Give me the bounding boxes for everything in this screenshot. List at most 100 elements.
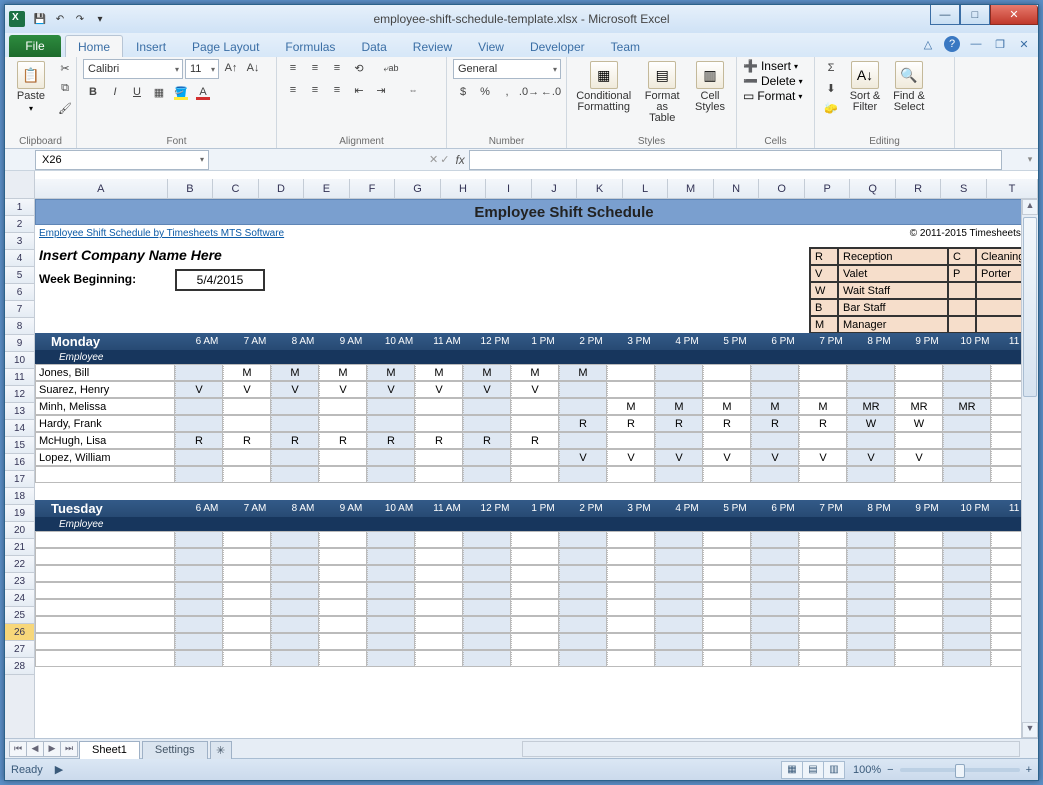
shift-slot[interactable]: V [319, 381, 367, 398]
shift-slot[interactable] [415, 616, 463, 633]
fill-icon[interactable]: ⬇ [821, 79, 841, 97]
font-color-icon[interactable]: A [193, 83, 213, 101]
shift-slot[interactable] [943, 599, 991, 616]
shift-slot[interactable]: V [271, 381, 319, 398]
formula-input[interactable] [469, 150, 1002, 170]
shift-slot[interactable] [415, 599, 463, 616]
shift-slot[interactable] [319, 599, 367, 616]
employee-name-cell[interactable] [35, 548, 175, 565]
shift-slot[interactable] [607, 582, 655, 599]
row-header[interactable]: 11 [5, 369, 34, 386]
shift-slot[interactable] [895, 466, 943, 483]
shift-slot[interactable] [895, 548, 943, 565]
shift-slot[interactable] [319, 449, 367, 466]
zoom-level[interactable]: 100% [853, 764, 881, 776]
shift-slot[interactable]: V [223, 381, 271, 398]
border-icon[interactable]: ▦ [149, 83, 169, 101]
shift-slot[interactable] [175, 466, 223, 483]
row-header[interactable]: 18 [5, 488, 34, 505]
shift-slot[interactable] [367, 599, 415, 616]
shift-slot[interactable]: V [463, 381, 511, 398]
column-header[interactable]: T [987, 179, 1038, 198]
row-header[interactable]: 25 [5, 607, 34, 624]
schedule-row[interactable]: 0 [35, 582, 1038, 599]
shift-slot[interactable]: MR [847, 398, 895, 415]
tab-insert[interactable]: Insert [123, 35, 179, 57]
shift-slot[interactable] [175, 398, 223, 415]
shift-slot[interactable] [367, 449, 415, 466]
shift-slot[interactable] [943, 548, 991, 565]
employee-name-cell[interactable] [35, 650, 175, 667]
shift-slot[interactable] [847, 599, 895, 616]
shift-slot[interactable] [607, 432, 655, 449]
name-box[interactable]: X26 [35, 150, 209, 170]
shift-slot[interactable] [703, 599, 751, 616]
cancel-formula-icon[interactable]: ✕ [429, 153, 438, 166]
align-bottom-icon[interactable]: ≡ [327, 59, 347, 77]
shift-slot[interactable] [319, 565, 367, 582]
shift-slot[interactable] [895, 381, 943, 398]
shift-slot[interactable] [463, 398, 511, 415]
shift-slot[interactable] [463, 466, 511, 483]
shift-slot[interactable] [799, 432, 847, 449]
shift-slot[interactable] [415, 449, 463, 466]
shift-slot[interactable] [415, 633, 463, 650]
row-header[interactable]: 27 [5, 641, 34, 658]
close-button[interactable]: ✕ [990, 5, 1038, 25]
shift-slot[interactable] [223, 599, 271, 616]
shift-slot[interactable] [559, 565, 607, 582]
shift-slot[interactable] [511, 650, 559, 667]
shift-slot[interactable] [943, 650, 991, 667]
row-header[interactable]: 4 [5, 250, 34, 267]
employee-name-cell[interactable] [35, 616, 175, 633]
shift-slot[interactable] [751, 531, 799, 548]
shift-slot[interactable] [511, 599, 559, 616]
shift-slot[interactable] [751, 582, 799, 599]
shift-slot[interactable] [655, 432, 703, 449]
shift-slot[interactable] [895, 531, 943, 548]
align-left-icon[interactable]: ≡ [283, 81, 303, 99]
fill-color-icon[interactable]: 🪣 [171, 83, 191, 101]
shift-slot[interactable] [367, 398, 415, 415]
shift-slot[interactable] [943, 616, 991, 633]
row-header[interactable]: 19 [5, 505, 34, 522]
schedule-row[interactable]: Hardy, FrankRRRRRRWW8 [35, 415, 1038, 432]
shift-slot[interactable] [655, 616, 703, 633]
shift-slot[interactable] [223, 548, 271, 565]
shift-slot[interactable]: V [511, 381, 559, 398]
shift-slot[interactable] [175, 548, 223, 565]
zoom-out-icon[interactable]: − [887, 764, 893, 776]
shift-slot[interactable] [799, 531, 847, 548]
shift-slot[interactable]: R [751, 415, 799, 432]
shift-slot[interactable] [751, 650, 799, 667]
shift-slot[interactable] [463, 531, 511, 548]
shift-slot[interactable] [751, 548, 799, 565]
shift-slot[interactable]: M [559, 364, 607, 381]
decrease-decimal-icon[interactable]: ←.0 [541, 83, 561, 101]
shift-slot[interactable] [943, 582, 991, 599]
shift-slot[interactable] [895, 616, 943, 633]
cell-styles-button[interactable]: ▥Cell Styles [690, 59, 730, 115]
tab-nav-last-icon[interactable]: ⏭ [60, 741, 78, 757]
shift-slot[interactable] [895, 565, 943, 582]
shift-slot[interactable] [943, 466, 991, 483]
shift-slot[interactable] [607, 633, 655, 650]
shift-slot[interactable] [271, 548, 319, 565]
shift-slot[interactable] [271, 415, 319, 432]
column-header[interactable]: D [259, 179, 305, 198]
shift-slot[interactable] [703, 650, 751, 667]
shift-slot[interactable] [655, 381, 703, 398]
shift-slot[interactable] [703, 381, 751, 398]
shift-slot[interactable] [271, 599, 319, 616]
shift-slot[interactable] [751, 599, 799, 616]
row-header[interactable]: 8 [5, 318, 34, 335]
shift-slot[interactable] [463, 449, 511, 466]
shift-slot[interactable]: M [223, 364, 271, 381]
shrink-font-icon[interactable]: A↓ [243, 59, 263, 77]
column-header[interactable]: I [486, 179, 532, 198]
shift-slot[interactable]: R [271, 432, 319, 449]
column-header[interactable]: P [805, 179, 851, 198]
shift-slot[interactable] [607, 650, 655, 667]
new-sheet-tab-icon[interactable]: ✳ [210, 741, 232, 759]
shift-slot[interactable] [799, 548, 847, 565]
